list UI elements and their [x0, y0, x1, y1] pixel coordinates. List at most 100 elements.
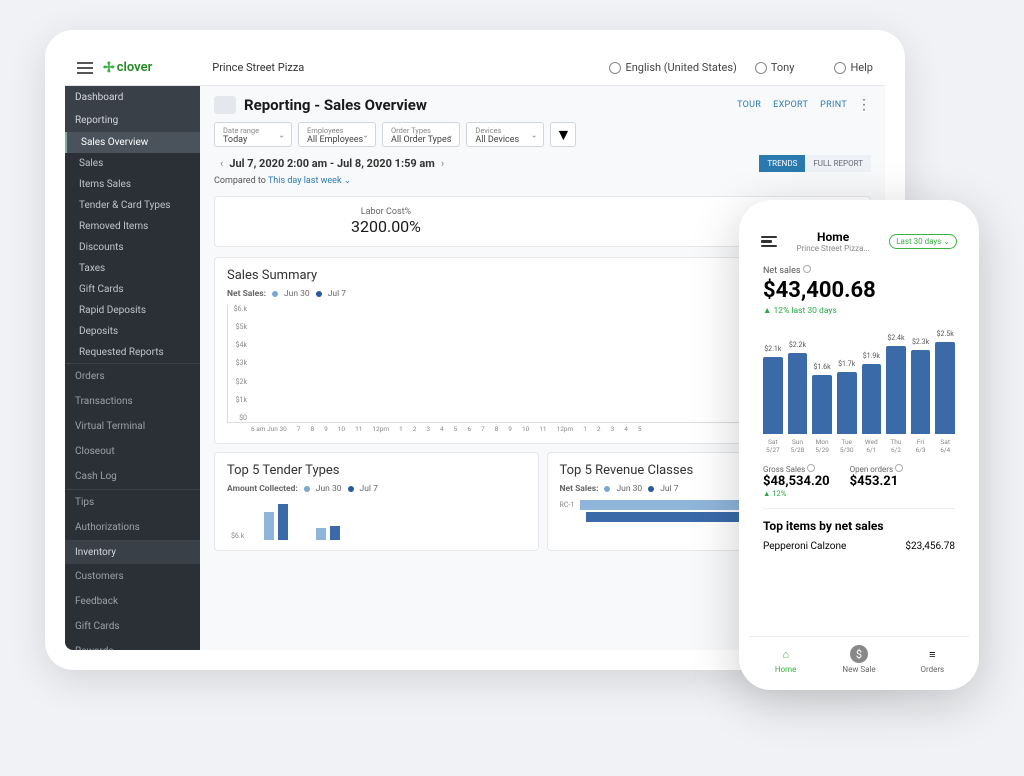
topbar: ✢clover Prince Street Pizza English (Uni…: [65, 50, 885, 86]
phone-bar: $2.1k: [763, 357, 783, 434]
x-axis-labels: 6 am Jun 30789101112pm123456789101112pm1…: [227, 425, 772, 433]
sidebar-item[interactable]: Tender & Card Types: [65, 195, 200, 216]
sidebar-item[interactable]: Cash Log: [65, 464, 200, 489]
phone-bottom-nav: ⌂Home $New Sale ≡Orders: [749, 636, 969, 680]
phone-notch: [814, 210, 904, 226]
chevron-down-icon: ⌄: [278, 130, 285, 139]
stack-icon: ≡: [923, 645, 941, 663]
clover-icon: ✢: [103, 60, 115, 76]
dollar-icon: $: [850, 645, 868, 663]
sidebar: Dashboard Reporting Sales OverviewSalesI…: [65, 86, 200, 650]
merchant-name: Prince Street Pizza: [212, 61, 304, 74]
filter-employees[interactable]: EmployeesAll Employees⌄: [298, 122, 376, 147]
sidebar-item[interactable]: Gift Cards: [65, 279, 200, 300]
top-item-row[interactable]: Pepperoni Calzone $23,456.78: [763, 541, 955, 552]
summary-legend: Net Sales: Jun 30 Jul 7: [227, 289, 772, 299]
export-button[interactable]: EXPORT: [773, 100, 808, 110]
filter-devices[interactable]: DevicesAll Devices⌄: [466, 122, 544, 147]
date-range-text: Jul 7, 2020 2:00 am - Jul 8, 2020 1:59 a…: [229, 157, 435, 170]
help-button[interactable]: Help: [834, 61, 873, 74]
report-icon: [214, 96, 236, 114]
info-icon[interactable]: [895, 464, 903, 472]
sidebar-item[interactable]: Removed Items: [65, 216, 200, 237]
overflow-menu-icon[interactable]: ⋮: [857, 97, 871, 113]
phone-range-pill[interactable]: Last 30 days ⌄: [889, 234, 957, 249]
sidebar-item[interactable]: Rapid Deposits: [65, 300, 200, 321]
sidebar-item[interactable]: Feedback: [65, 589, 200, 614]
language-label: English (United States): [625, 61, 736, 74]
print-button[interactable]: PRINT: [820, 100, 847, 110]
net-sales-delta: ▲ 12% last 30 days: [763, 305, 955, 316]
sidebar-section-dashboard[interactable]: Dashboard: [65, 86, 200, 109]
sidebar-item[interactable]: Items Sales: [65, 174, 200, 195]
sidebar-item[interactable]: Rewards: [65, 639, 200, 650]
chevron-down-icon: ⌄: [531, 130, 538, 139]
summary-bar-chart: $6.k$5k$4k$3k$2k$1k$0: [227, 305, 772, 423]
phone-bar: $2.3k: [911, 350, 931, 434]
tender-title: Top 5 Tender Types: [227, 463, 526, 478]
compared-link[interactable]: This day last week: [268, 176, 342, 186]
chevron-down-icon: ⌄: [344, 176, 352, 186]
stat-open-orders: Open orders $453.21: [850, 464, 903, 498]
top-items-title: Top items by net sales: [763, 519, 955, 533]
phone-bar-chart: $2.1k$2.2k$1.6k$1.7k$1.9k$2.4k$2.3k$2.5k: [763, 324, 955, 434]
help-label: Help: [850, 61, 873, 74]
filter-order-types[interactable]: Order TypesAll Order Types⌄: [382, 122, 460, 147]
date-navigator: ‹ Jul 7, 2020 2:00 am - Jul 8, 2020 1:59…: [214, 155, 871, 172]
sidebar-item[interactable]: Customers: [65, 564, 200, 589]
sidebar-item[interactable]: Gift Cards: [65, 614, 200, 639]
tour-button[interactable]: TOUR: [737, 100, 761, 110]
filter-date-range[interactable]: Date rangeToday⌄: [214, 122, 292, 147]
user-menu[interactable]: Tony: [755, 61, 795, 74]
sidebar-item[interactable]: Deposits: [65, 321, 200, 342]
sidebar-item[interactable]: Sales: [65, 153, 200, 174]
nav-home[interactable]: ⌂Home: [749, 645, 822, 674]
tab-trends[interactable]: TRENDS: [759, 155, 805, 172]
sidebar-item[interactable]: Orders: [65, 364, 200, 389]
sidebar-item[interactable]: Requested Reports: [65, 342, 200, 363]
menu-icon[interactable]: [77, 62, 93, 74]
sidebar-item[interactable]: Transactions: [65, 389, 200, 414]
home-icon: ⌂: [777, 645, 795, 663]
metric-labor-cost-pct: Labor Cost%3200.00%: [351, 207, 421, 236]
sidebar-item[interactable]: Closeout: [65, 439, 200, 464]
sidebar-section-reporting[interactable]: Reporting: [65, 109, 200, 132]
sidebar-item[interactable]: Discounts: [65, 237, 200, 258]
info-icon[interactable]: [803, 265, 811, 273]
net-sales-value: $43,400.68: [763, 278, 955, 303]
sidebar-item[interactable]: Tips: [65, 490, 200, 515]
phone-subtitle: Prince Street Pizza...: [777, 244, 889, 253]
user-icon: [755, 62, 767, 74]
help-icon: [834, 62, 846, 74]
phone-bar: $1.6k: [812, 375, 832, 434]
brand-logo[interactable]: ✢clover: [103, 60, 152, 76]
y-axis-labels: $6.k$5k$4k$3k$2k$1k$0: [228, 305, 250, 422]
info-icon[interactable]: [807, 464, 815, 472]
phone-bar: $2.5k: [935, 342, 955, 434]
filter-advanced-button[interactable]: ▼: [550, 122, 576, 147]
chevron-down-icon: ⌄: [943, 237, 950, 246]
chevron-down-icon: ⌄: [362, 130, 369, 139]
sidebar-section-inventory[interactable]: Inventory: [65, 541, 200, 564]
tender-mini-chart: $6.k: [227, 500, 526, 540]
date-prev-button[interactable]: ‹: [214, 157, 229, 170]
filter-row: Date rangeToday⌄ EmployeesAll Employees⌄…: [214, 122, 871, 147]
sidebar-item[interactable]: Sales Overview: [65, 132, 200, 153]
phone-menu-icon[interactable]: [761, 234, 777, 250]
phone-stats-row: Gross Sales $48,534.20 ▲ 12% Open orders…: [763, 464, 955, 498]
nav-orders[interactable]: ≡Orders: [896, 645, 969, 674]
nav-new-sale[interactable]: $New Sale: [822, 645, 895, 674]
sidebar-item[interactable]: Virtual Terminal: [65, 414, 200, 439]
tab-full-report[interactable]: FULL REPORT: [805, 155, 871, 172]
date-next-button[interactable]: ›: [435, 157, 450, 170]
page-header: Reporting - Sales Overview TOUR EXPORT P…: [214, 96, 871, 114]
sidebar-item[interactable]: Taxes: [65, 258, 200, 279]
page-title: Reporting - Sales Overview: [244, 96, 427, 114]
chevron-down-icon: ⌄: [447, 130, 454, 139]
sidebar-item[interactable]: Authorizations: [65, 515, 200, 540]
stat-gross-sales: Gross Sales $48,534.20 ▲ 12%: [763, 464, 830, 498]
user-label: Tony: [771, 61, 795, 74]
phone-bar: $1.7k: [837, 372, 857, 434]
phone-screen: Home Prince Street Pizza... Last 30 days…: [749, 210, 969, 680]
language-switch[interactable]: English (United States): [609, 61, 736, 74]
